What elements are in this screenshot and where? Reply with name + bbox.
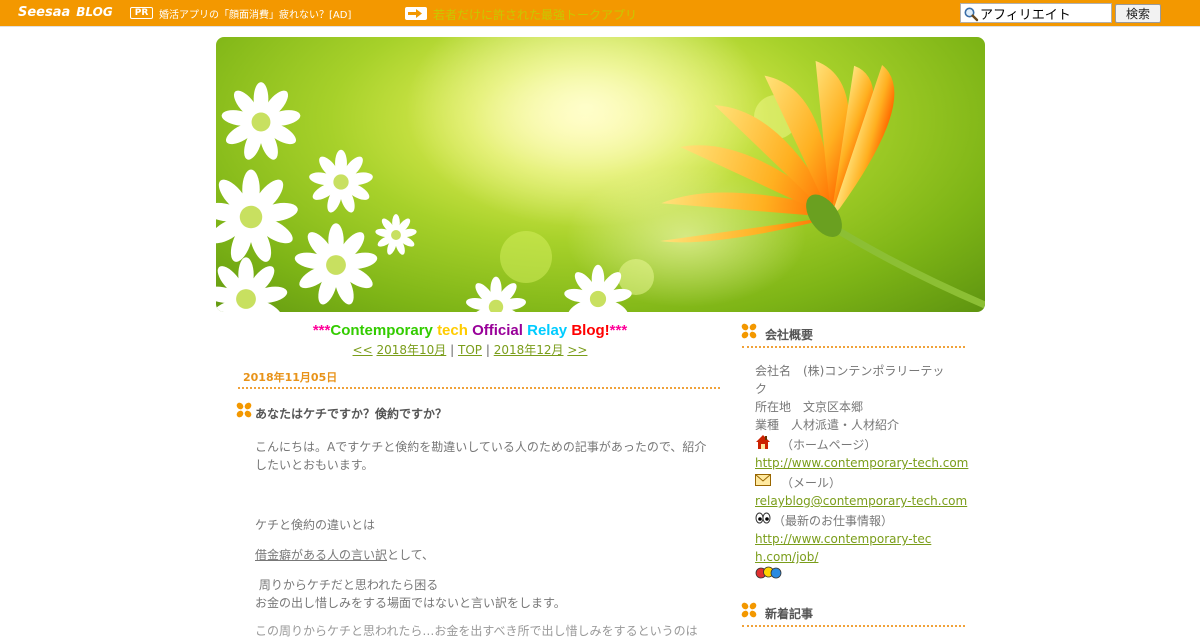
nav-prev-month[interactable]: 2018年10月 — [376, 343, 446, 357]
home-icon — [755, 434, 771, 450]
nav-separator: | — [450, 343, 455, 357]
entry-text: として、 — [387, 548, 435, 562]
title-stars-right: *** — [609, 322, 628, 339]
eyes-icon — [755, 510, 771, 524]
entry-paragraph: 借金癖がある人の言い訳として、 — [255, 546, 434, 564]
search-input[interactable] — [980, 5, 1110, 21]
entry-paragraph: こんにちは。Aですケチと倹約を勘違いしている人のための記事があったので、紹介した… — [255, 440, 707, 472]
nav-next-month[interactable]: 2018年12月 — [494, 343, 564, 357]
date-divider — [238, 387, 720, 389]
nav-separator: | — [485, 343, 490, 357]
header-image — [216, 37, 985, 312]
entry-paragraph: ケチと倹約の違いとは — [255, 518, 376, 532]
people-icon — [755, 565, 782, 581]
clover-icon — [741, 602, 757, 618]
nav-top[interactable]: TOP — [458, 343, 482, 357]
title-word-official: Official — [472, 322, 523, 339]
entry-date: 2018年11月05日 — [243, 371, 338, 384]
seesaa-blog-logo[interactable]: Seesaa BLOG — [18, 5, 113, 21]
search-icon — [963, 6, 979, 22]
mail-label: （メール） — [781, 476, 842, 490]
company-address: 所在地 文京区本郷 — [755, 400, 864, 414]
entry-paragraph: お金の出し惜しみをする場面ではないと言い訳をします。 — [255, 596, 566, 610]
brand-name: Seesaa — [18, 5, 71, 20]
entry-paragraph: この周りからケチと思われたら…お金を出すべき所で出し惜しみをするというのは — [255, 624, 698, 638]
mail-link[interactable]: relayblog@contemporary-tech.com — [755, 492, 967, 510]
top-bar: Seesaa BLOG PR 婚活アプリの「顔面消費」疲れない？[AD] 若者だけ… — [0, 0, 1200, 27]
entry-inline-link[interactable]: 借金癖がある人の言い訳 — [255, 548, 387, 562]
company-business: 業種 人材派遣・人材紹介 — [755, 418, 900, 432]
clover-icon — [741, 323, 757, 339]
pr-badge: PR — [130, 7, 153, 19]
brand-blog: BLOG — [76, 5, 113, 19]
title-word-blog: Blog! — [571, 322, 610, 339]
mail-icon — [755, 472, 771, 486]
pr-ad-link[interactable]: 婚活アプリの「顔面消費」疲れない？[AD] — [159, 6, 351, 21]
nav-prev-arrow[interactable]: << — [353, 343, 373, 357]
entry-paragraph: 周りからケチだと思われたら困る — [255, 578, 439, 592]
homepage-link[interactable]: http://www.contemporary-tech.com — [755, 454, 968, 472]
homepage-label: （ホームページ） — [781, 438, 877, 452]
sidebar-heading-news: 新着記事 — [765, 607, 814, 621]
title-word-relay: Relay — [527, 322, 568, 339]
sidebar-heading-about: 会社概要 — [765, 328, 814, 342]
title-word-contemporary: Contemporary — [330, 322, 433, 339]
sidebar-divider — [742, 625, 965, 627]
clover-icon — [236, 402, 252, 418]
sidebar-divider — [742, 346, 965, 348]
month-nav: << 2018年10月 | TOP | 2018年12月 >> — [232, 341, 708, 358]
search-box — [960, 3, 1112, 23]
title-word-tech: tech — [437, 322, 468, 339]
search-button[interactable]: 検索 — [1115, 4, 1161, 23]
arrow-right-icon — [405, 7, 427, 20]
promo-link[interactable]: 若者だけに許された最強トークアプリ — [433, 6, 637, 23]
nav-next-arrow[interactable]: >> — [567, 343, 587, 357]
jobs-label: （最新のお仕事情報） — [773, 514, 894, 528]
company-name: 会社名 (株)コンテンポラリーテック — [755, 364, 945, 396]
jobs-link[interactable]: http://www.contemporary-tech.com/job/ — [755, 530, 935, 566]
entry-title[interactable]: あなたはケチですか？倹約ですか？ — [255, 405, 447, 422]
title-stars-left: *** — [312, 322, 331, 339]
blog-title: ***Contemporary tech Official Relay Blog… — [232, 322, 708, 339]
